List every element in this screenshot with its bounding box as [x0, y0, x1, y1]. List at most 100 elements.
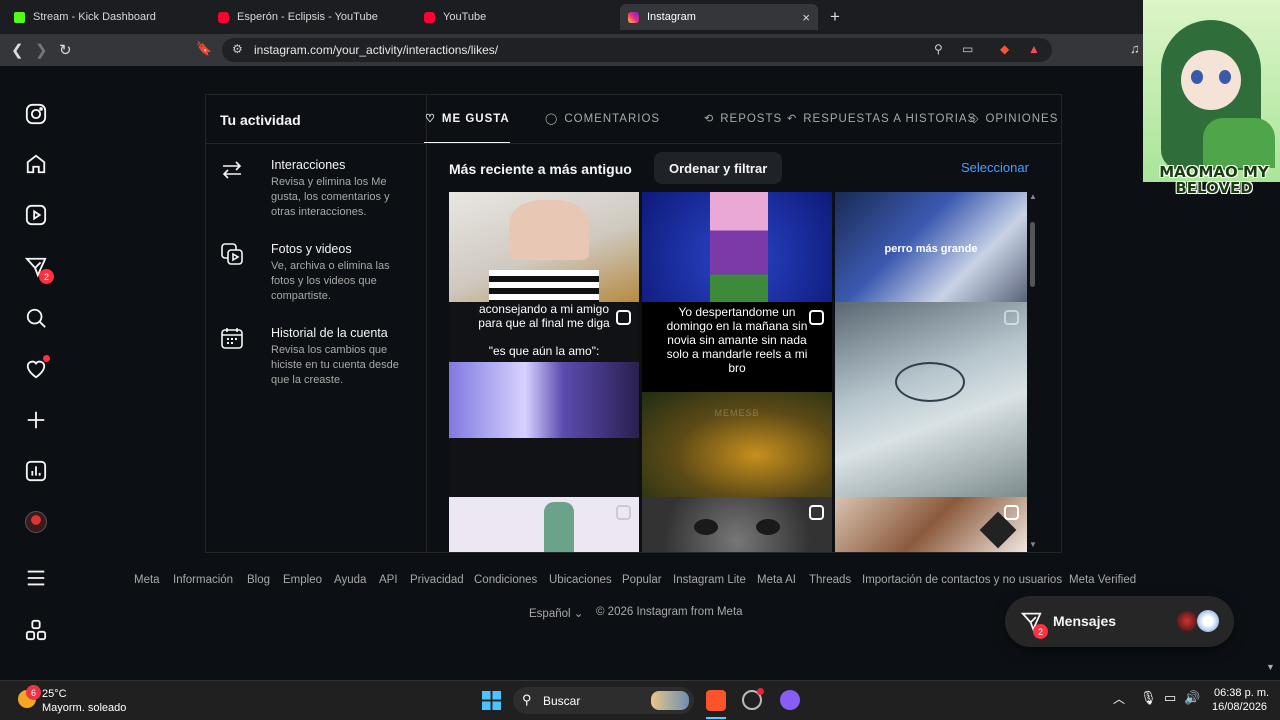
site-info-icon[interactable]: ⚙	[232, 42, 243, 56]
close-tab-icon[interactable]: ×	[802, 10, 810, 25]
liked-post[interactable]	[642, 497, 832, 552]
footer-link[interactable]: Ayuda	[334, 574, 366, 586]
messages-pill[interactable]: 2 Mensajes	[1005, 596, 1234, 647]
footer-link[interactable]: Importación de contactos y no usuarios	[862, 574, 1062, 586]
tab-instagram[interactable]: Instagram ×	[620, 4, 818, 30]
reels-icon[interactable]	[24, 203, 48, 227]
volume-icon[interactable]: 🔊	[1184, 690, 1200, 706]
notifications-heart-icon[interactable]	[24, 355, 50, 381]
home-icon[interactable]	[24, 152, 48, 176]
footer-link[interactable]: Condiciones	[474, 574, 537, 586]
cast-icon[interactable]: ▭	[962, 42, 973, 56]
footer-link[interactable]: Información	[173, 574, 233, 586]
tab-kick[interactable]: Stream - Kick Dashboard	[6, 4, 202, 30]
search-icon[interactable]	[24, 306, 48, 330]
liked-post[interactable]	[449, 497, 639, 552]
footer-link[interactable]: Meta Verified	[1069, 574, 1136, 586]
scroll-up-icon[interactable]: ▲	[1029, 192, 1037, 201]
footer-link[interactable]: Meta	[134, 574, 160, 586]
tab-title: Esperón - Eclipsis - YouTube	[237, 11, 378, 23]
tab-opiniones[interactable]: ◇ OPINIONES	[970, 112, 1058, 126]
footer-link[interactable]: Threads	[809, 574, 851, 586]
bookmark-icon[interactable]: 🔖	[196, 41, 212, 57]
brave-rewards-icon[interactable]: ▲	[1028, 42, 1040, 56]
active-app-indicator	[706, 717, 726, 719]
footer-link[interactable]: Instagram Lite	[673, 574, 746, 586]
brave-browser-icon[interactable]	[706, 690, 726, 711]
dashboard-chart-icon[interactable]	[24, 459, 48, 483]
liked-post[interactable]	[835, 302, 1027, 497]
tab-youtube[interactable]: YouTube	[416, 4, 614, 30]
activity-item-title: Fotos y videos	[271, 242, 352, 256]
instagram-icon	[628, 11, 639, 23]
messages-icon[interactable]: 2	[24, 255, 54, 284]
select-button[interactable]: Seleccionar	[961, 160, 1029, 175]
scroll-down-icon[interactable]: ▼	[1029, 540, 1037, 549]
brave-shield-icon[interactable]: ◆	[1000, 42, 1009, 56]
tab-title: Stream - Kick Dashboard	[33, 11, 156, 23]
footer-link[interactable]: Empleo	[283, 574, 322, 586]
streamer-overlay	[1143, 0, 1280, 182]
reply-icon: ↶	[787, 113, 798, 125]
taskbar-search[interactable]: ⚲ Buscar	[513, 687, 694, 714]
grid-scrollbar[interactable]: ▲ ▼	[1027, 192, 1039, 552]
scroll-thumb[interactable]	[1030, 222, 1035, 287]
microphone-icon[interactable]: 🎙	[1140, 690, 1157, 706]
profile-avatar-icon[interactable]	[24, 510, 48, 534]
language-label: Español	[529, 608, 571, 620]
new-tab-button[interactable]: +	[830, 7, 840, 27]
create-plus-icon[interactable]	[24, 408, 48, 432]
activity-item-interactions[interactable]: Interacciones Revisa y elimina los Me gu…	[220, 158, 420, 224]
footer-link[interactable]: Meta AI	[757, 574, 796, 586]
liked-post[interactable]	[642, 192, 832, 302]
activity-item-account-history[interactable]: Historial de la cuenta Revisa los cambio…	[220, 326, 420, 392]
tab-reposts[interactable]: ⟲ REPOSTS	[704, 112, 782, 126]
windows-start-icon[interactable]	[482, 691, 501, 710]
streamer-eye	[1191, 70, 1203, 84]
liked-post[interactable]	[449, 192, 639, 302]
activity-panel: Tu actividad Interacciones Revisa y elim…	[205, 94, 1062, 553]
liked-post[interactable]: MEMESB	[642, 392, 832, 497]
search-highlight-image	[651, 691, 689, 710]
footer-link[interactable]: Privacidad	[410, 574, 464, 586]
activity-left-column: Tu actividad Interacciones Revisa y elim…	[206, 95, 427, 552]
footer-link[interactable]: Popular	[622, 574, 662, 586]
forward-icon[interactable]: ❯	[35, 41, 48, 59]
kick-icon	[14, 11, 25, 23]
post-caption: "es que aún la amo":	[488, 344, 600, 358]
active-tab-indicator	[424, 142, 510, 143]
activity-tabs: ♡ ME GUSTA ◯ COMENTARIOS ⟲ REPOSTS ↶ RESPUES…	[424, 95, 1061, 144]
chevron-up-icon[interactable]: ︿	[1113, 690, 1125, 707]
liked-post[interactable]: aconsejando a mi amigo para que al final…	[449, 302, 639, 497]
liked-posts-grid: perro más grande aconsejando a mi amigo …	[449, 192, 1029, 552]
footer-links: Meta Información Blog Empleo Ayuda API P…	[0, 574, 1280, 594]
footer-link[interactable]: API	[379, 574, 398, 586]
footer-link[interactable]: Ubicaciones	[549, 574, 612, 586]
address-bar[interactable]: ⚙ instagram.com/your_activity/interactio…	[222, 38, 1052, 62]
language-selector[interactable]: Español ⌄	[529, 606, 583, 620]
activity-item-title: Interacciones	[271, 158, 346, 172]
zoom-icon[interactable]: ⚲	[934, 42, 943, 56]
liked-post[interactable]	[835, 497, 1027, 552]
post-thumbnail	[895, 362, 965, 402]
reel-icon	[809, 505, 824, 520]
media-icon[interactable]: ♫	[1130, 41, 1140, 56]
tab-youtube-esperon[interactable]: Esperón - Eclipsis - YouTube	[210, 4, 408, 30]
sort-filter-button[interactable]: Ordenar y filtrar	[654, 152, 783, 184]
streamer-face	[1181, 50, 1241, 110]
tab-respuestas-historias[interactable]: ↶ RESPUESTAS A HISTORIAS	[787, 112, 976, 126]
tab-comentarios[interactable]: ◯ COMENTARIOS	[545, 112, 661, 126]
activity-item-desc: Revisa y elimina los Me gusta, los comen…	[271, 176, 390, 218]
activity-item-photos-videos[interactable]: Fotos y videos Ve, archiva o elimina las…	[220, 242, 420, 308]
instagram-logo-icon[interactable]	[24, 102, 48, 126]
liked-post[interactable]: perro más grande	[835, 192, 1027, 302]
tab-label: COMENTARIOS	[564, 112, 661, 125]
network-icon[interactable]: ▭	[1164, 690, 1176, 706]
chat-app-icon[interactable]	[780, 690, 800, 710]
reload-icon[interactable]: ↻	[59, 41, 72, 59]
liked-post[interactable]: Yo despertandome un domingo en la mañana…	[642, 302, 832, 392]
footer-link[interactable]: Blog	[247, 574, 270, 586]
scroll-down-icon[interactable]: ▼	[1266, 662, 1275, 672]
back-icon[interactable]: ❮	[11, 41, 24, 59]
tab-me-gusta[interactable]: ♡ ME GUSTA	[425, 112, 510, 126]
